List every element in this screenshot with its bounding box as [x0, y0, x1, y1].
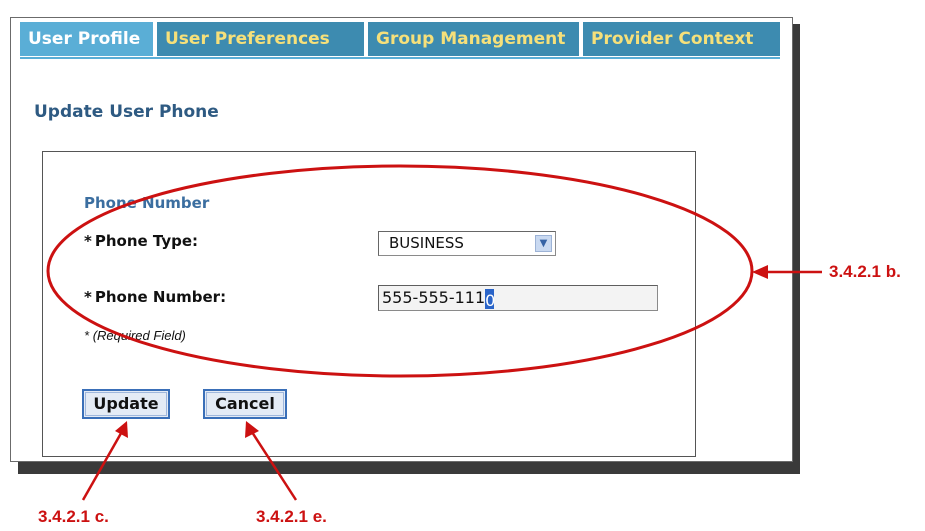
callout-label-e: 3.4.2.1 e. [256, 507, 327, 526]
callout-arrow-c [81, 427, 126, 501]
arrowhead-b [752, 265, 768, 279]
callout-label-b: 3.4.2.1 b. [829, 262, 901, 281]
annotation-overlay [46, 164, 822, 501]
callout-arrow-e [248, 428, 298, 501]
callout-label-c: 3.4.2.1 c. [38, 507, 109, 526]
arrowhead-e [245, 421, 259, 438]
highlight-ellipse [46, 164, 754, 378]
arrowhead-c [115, 421, 128, 438]
